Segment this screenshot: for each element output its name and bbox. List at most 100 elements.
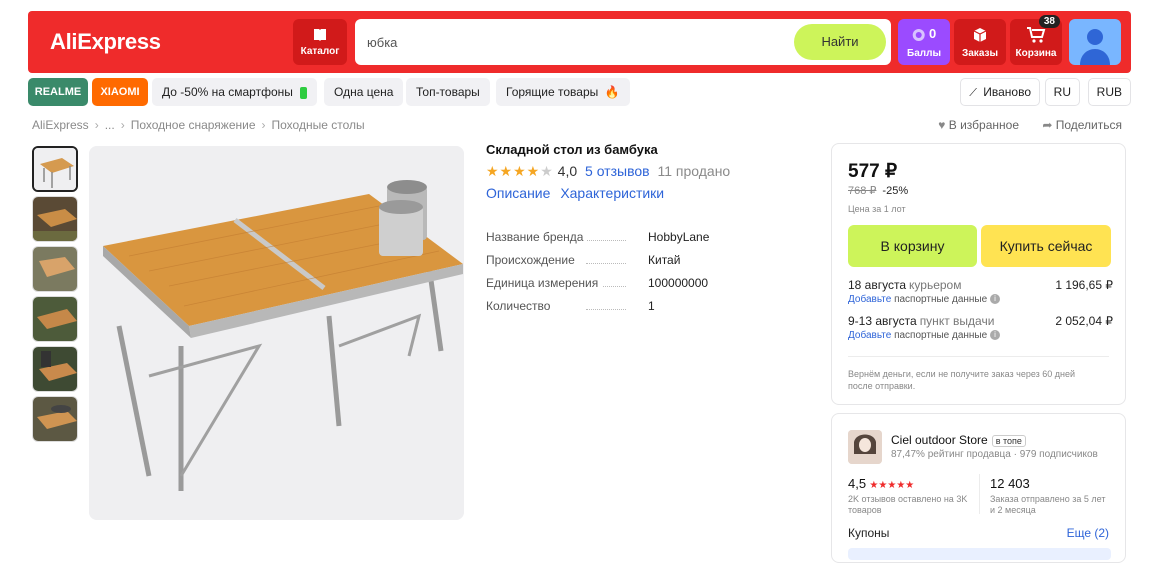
breadcrumb-item[interactable]: Походные столы	[272, 118, 365, 132]
add-to-cart-button[interactable]: В корзину	[848, 225, 977, 267]
coupon-card[interactable]	[848, 548, 1111, 560]
chip-smartphones-sale[interactable]: До -50% на смартфоны	[152, 78, 318, 106]
more-coupons-link[interactable]: Еще (2)	[1067, 526, 1109, 540]
info-icon[interactable]: i	[989, 294, 1000, 305]
product-title: Складной стол из бамбука	[486, 142, 658, 157]
breadcrumb-item[interactable]: ...	[105, 118, 115, 132]
sold-count: 11 продано	[657, 163, 731, 179]
favorite-button[interactable]: ♥ В избранное	[938, 118, 1019, 132]
buy-box: 577 ₽ 768 ₽ -25% Цена за 1 лот В корзину …	[831, 143, 1126, 405]
box-icon	[973, 28, 987, 42]
share-button[interactable]: ➦ Поделиться	[1042, 118, 1122, 132]
lot-note: Цена за 1 лот	[848, 204, 906, 214]
top-header-bar: AliExpress Каталог Найти 0 Баллы Заказы …	[28, 11, 1131, 73]
spec-key: Происхождение	[486, 253, 579, 267]
chip-realme[interactable]: REALME	[28, 78, 88, 106]
store-rating: 4,5	[848, 476, 867, 491]
info-icon[interactable]: i	[989, 330, 1000, 341]
share-label: Поделиться	[1055, 118, 1122, 132]
current-price: 577 ₽	[848, 161, 898, 182]
delivery-option[interactable]: 18 августа курьером 1 196,65 ₽ Добавьте п…	[848, 278, 1113, 305]
delivery-cost: 2 052,04 ₽	[1055, 314, 1113, 328]
delivery-date: 9-13 августа	[848, 314, 917, 328]
store-avatar[interactable]	[848, 430, 882, 464]
cart-icon	[1027, 27, 1046, 43]
store-rating-note: 2K отзывов оставлено на 3K товаров	[848, 494, 968, 515]
spec-key: Количество	[486, 299, 555, 313]
chip-top-goods[interactable]: Топ-товары	[406, 78, 490, 106]
store-rating-block: 4,5 ★★★★★ 2K отзывов оставлено на 3K тов…	[848, 476, 968, 516]
old-price: 768 ₽	[848, 185, 877, 197]
city-selector[interactable]: ⟋ Иваново	[960, 78, 1040, 106]
old-price-row: 768 ₽ -25%	[848, 184, 908, 197]
search-box: Найти	[355, 19, 891, 65]
currency-selector[interactable]: RUB	[1087, 78, 1131, 106]
product-image[interactable]	[89, 146, 464, 520]
search-button[interactable]: Найти	[794, 24, 886, 60]
spec-value: 1	[648, 299, 655, 313]
fire-icon: 🔥	[604, 85, 620, 99]
chip-one-price[interactable]: Одна цена	[324, 78, 404, 106]
breadcrumb: AliExpress ›... › Походное снаряжение › Поход…	[32, 118, 365, 132]
store-shipped-block: 12 403 Заказа отправлено за 5 лет и 2 ме…	[990, 476, 1110, 516]
spec-value: 100000000	[648, 276, 709, 290]
reviews-link[interactable]: 5 отзывов	[585, 163, 650, 179]
thumbnail[interactable]	[32, 196, 78, 242]
thumbnail[interactable]	[32, 296, 78, 342]
product-tabs: Описание Характеристики	[486, 185, 670, 201]
catalog-button[interactable]: Каталог	[293, 19, 347, 65]
spec-key: Единица измерения	[486, 276, 603, 290]
store-shipped-note: Заказа отправлено за 5 лет и 2 месяца	[990, 494, 1106, 515]
city-label: Иваново	[983, 85, 1031, 99]
thumbnail[interactable]	[32, 396, 78, 442]
spec-row: Название бренда HobbyLane	[486, 230, 776, 253]
location-pin-icon: ⟋	[969, 87, 977, 99]
store-rating-stars-icon: ★★★★★	[869, 480, 915, 491]
rating-value: 4,0	[557, 163, 578, 179]
book-icon	[314, 29, 326, 41]
thumbnail[interactable]	[32, 346, 78, 392]
passport-note: паспортные данные	[894, 294, 988, 305]
add-passport-link[interactable]: Добавьте	[848, 330, 891, 341]
thumbnail-strip	[32, 146, 82, 446]
specs-table: Название бренда HobbyLane Происхождение …	[486, 230, 776, 322]
chevron-right-icon: ›	[120, 118, 125, 132]
search-input[interactable]	[367, 31, 767, 53]
catalog-label: Каталог	[300, 46, 340, 57]
delivery-method: курьером	[909, 278, 962, 292]
favorite-label: В избранное	[948, 118, 1019, 132]
breadcrumb-item[interactable]: Походное снаряжение	[131, 118, 256, 132]
tab-specifications[interactable]: Характеристики	[560, 185, 664, 201]
store-name[interactable]: Ciel outdoor Store	[891, 433, 988, 447]
coupons-label: Купоны	[848, 526, 890, 540]
thumbnail[interactable]	[32, 246, 78, 292]
chip-smartphones-label: До -50% на смартфоны	[162, 85, 293, 99]
delivery-option[interactable]: 9-13 августа пункт выдачи 2 052,04 ₽ Доба…	[848, 314, 1113, 341]
orders-button[interactable]: Заказы	[954, 19, 1006, 65]
language-selector[interactable]: RU	[1044, 78, 1080, 106]
user-avatar-button[interactable]	[1069, 19, 1121, 65]
aliexpress-logo[interactable]: AliExpress	[50, 29, 161, 55]
store-card: Ciel outdoor Store в топе 87,47% рейтинг …	[831, 413, 1126, 563]
breadcrumb-item[interactable]: AliExpress	[32, 118, 89, 132]
points-button[interactable]: 0 Баллы	[898, 19, 950, 65]
cart-label: Корзина	[1015, 48, 1057, 59]
discount-badge: -25%	[882, 185, 909, 197]
spec-row: Единица измерения 100000000	[486, 276, 776, 299]
add-passport-link[interactable]: Добавьте	[848, 294, 891, 305]
points-count: 0	[929, 26, 937, 41]
star-rating-icon: ★★★★★	[486, 163, 554, 179]
thumbnail[interactable]	[32, 146, 78, 192]
buy-now-button[interactable]: Купить сейчас	[981, 225, 1111, 267]
share-icon: ➦	[1042, 118, 1053, 132]
points-label: Баллы	[907, 48, 941, 59]
cart-button[interactable]: 38 Корзина	[1010, 15, 1062, 65]
phone-icon	[300, 86, 308, 99]
passport-note: паспортные данные	[894, 330, 988, 341]
user-icon	[1080, 29, 1110, 65]
tab-description[interactable]: Описание	[486, 185, 550, 201]
chip-hot-goods[interactable]: Горящие товары 🔥	[496, 78, 630, 106]
chip-xiaomi[interactable]: XIAOMI	[92, 78, 148, 106]
orders-label: Заказы	[961, 48, 999, 59]
coin-icon: 0	[912, 26, 937, 42]
